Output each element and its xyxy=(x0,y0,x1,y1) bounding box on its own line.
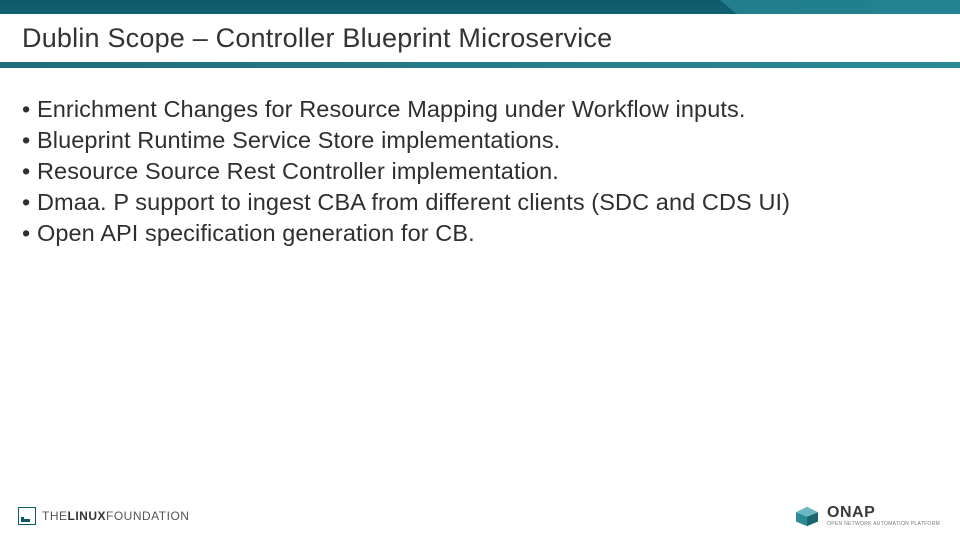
slide-footer: THELINUXFOUNDATION ONAP OPEN NETWORK AUT… xyxy=(0,492,960,540)
list-item-text: Blueprint Runtime Service Store implemen… xyxy=(37,127,560,153)
header-title-bar: Dublin Scope – Controller Blueprint Micr… xyxy=(0,14,960,62)
onap-text: ONAP OPEN NETWORK AUTOMATION PLATFORM xyxy=(827,505,940,527)
list-item: • Resource Source Rest Controller implem… xyxy=(22,156,938,187)
list-item: • Enrichment Changes for Resource Mappin… xyxy=(22,94,938,125)
onap-mark-icon xyxy=(793,505,821,527)
header-underline xyxy=(0,62,960,68)
slide-header: Dublin Scope – Controller Blueprint Micr… xyxy=(0,0,960,68)
linux-foundation-text: THELINUXFOUNDATION xyxy=(42,509,189,523)
onap-name: ONAP xyxy=(827,505,940,521)
lf-linux: LINUX xyxy=(68,509,107,523)
onap-logo: ONAP OPEN NETWORK AUTOMATION PLATFORM xyxy=(793,505,940,527)
list-item-text: Open API specification generation for CB… xyxy=(37,220,475,246)
list-item-text: Dmaa. P support to ingest CBA from diffe… xyxy=(37,189,790,215)
linux-foundation-logo: THELINUXFOUNDATION xyxy=(18,507,189,525)
list-item: • Dmaa. P support to ingest CBA from dif… xyxy=(22,187,938,218)
list-item: • Blueprint Runtime Service Store implem… xyxy=(22,125,938,156)
onap-tagline: OPEN NETWORK AUTOMATION PLATFORM xyxy=(827,522,940,527)
list-item: • Open API specification generation for … xyxy=(22,218,938,249)
slide-content: • Enrichment Changes for Resource Mappin… xyxy=(0,68,960,249)
list-item-text: Enrichment Changes for Resource Mapping … xyxy=(37,96,746,122)
linux-foundation-mark-icon xyxy=(18,507,36,525)
lf-foundation: FOUNDATION xyxy=(106,509,189,523)
page-title: Dublin Scope – Controller Blueprint Micr… xyxy=(0,23,612,54)
lf-the: THE xyxy=(42,509,68,523)
bullet-list: • Enrichment Changes for Resource Mappin… xyxy=(22,94,938,249)
list-item-text: Resource Source Rest Controller implemen… xyxy=(37,158,559,184)
